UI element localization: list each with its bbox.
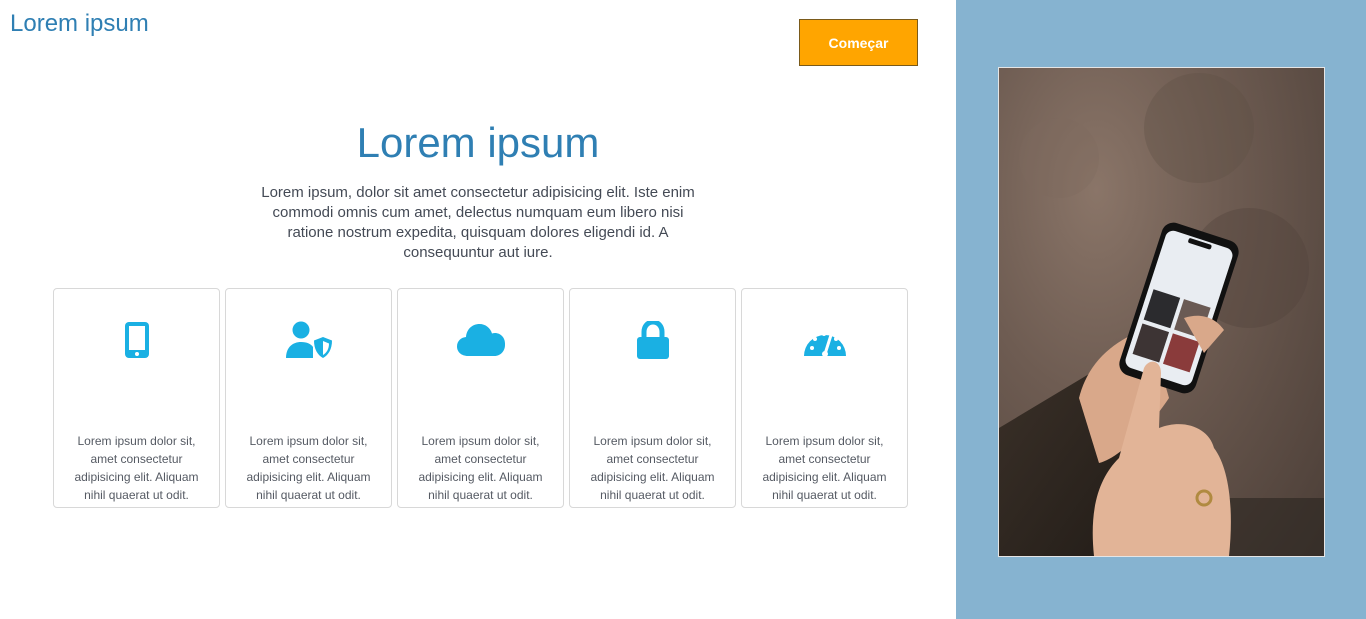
- feature-text: Lorem ipsum dolor sit, amet consectetur …: [246, 434, 371, 502]
- feature-text: Lorem ipsum dolor sit, amet consectetur …: [74, 434, 199, 502]
- feature-card-performance: Lorem ipsum dolor sit, amet consectetur …: [741, 288, 908, 508]
- feature-card-security: Lorem ipsum dolor sit, amet consectetur …: [225, 288, 392, 508]
- lock-icon: [570, 319, 735, 361]
- user-shield-icon: [226, 319, 391, 361]
- feature-text: Lorem ipsum dolor sit, amet consectetur …: [590, 434, 715, 502]
- side-panel: [956, 0, 1366, 619]
- start-button[interactable]: Começar: [799, 19, 918, 66]
- feature-cards: Lorem ipsum dolor sit, amet consectetur …: [53, 288, 908, 508]
- hero-description: Lorem ipsum, dolor sit amet consectetur …: [261, 184, 695, 261]
- hero-title: Lorem ipsum: [356, 119, 600, 166]
- feature-text: Lorem ipsum dolor sit, amet consectetur …: [762, 434, 887, 502]
- feature-card-mobile: Lorem ipsum dolor sit, amet consectetur …: [53, 288, 220, 508]
- feature-text: Lorem ipsum dolor sit, amet consectetur …: [418, 434, 543, 502]
- phone-in-hands-illustration: [999, 73, 1324, 556]
- speedometer-icon: [742, 319, 907, 361]
- hero-photo: [998, 67, 1325, 557]
- site-logo[interactable]: Lorem ipsum: [10, 10, 149, 38]
- feature-card-cloud: Lorem ipsum dolor sit, amet consectetur …: [397, 288, 564, 508]
- feature-card-lock: Lorem ipsum dolor sit, amet consectetur …: [569, 288, 736, 508]
- cloud-icon: [398, 319, 563, 361]
- smartphone-icon: [54, 319, 219, 361]
